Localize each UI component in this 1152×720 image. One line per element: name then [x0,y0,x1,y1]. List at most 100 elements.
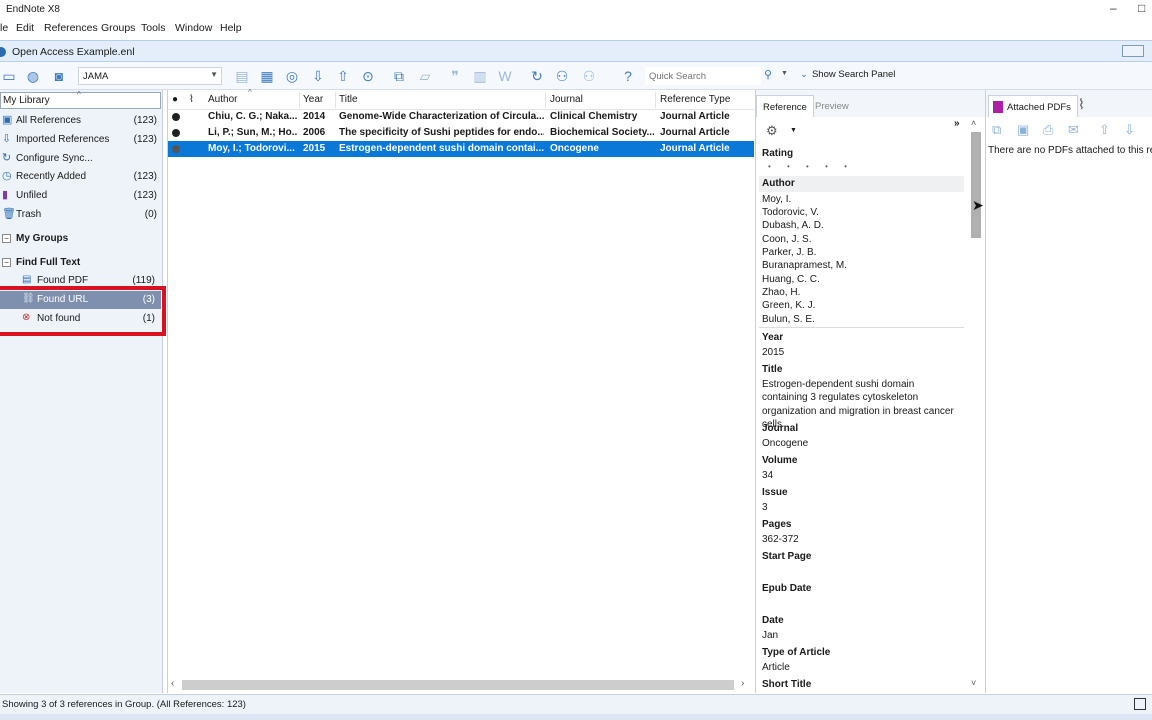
ref-title: Genome-Wide Characterization of Circula.… [339,111,544,122]
my-library-header[interactable]: My Library ^ [0,90,161,109]
save-icon[interactable]: ▣ [1017,122,1029,138]
scrollbar-thumb[interactable] [182,680,734,690]
sync-icon: ↻ [2,152,12,164]
date-value[interactable]: Jan [762,629,968,642]
volume-value[interactable]: 34 [762,469,968,482]
column-year[interactable]: Year [303,94,323,105]
author-field[interactable]: Author Moy, I. Todorovic, V. Dubash, A. … [759,176,964,328]
group-trash[interactable]: 🗑︎ Trash (0) [0,206,161,224]
scroll-left-icon[interactable]: ‹ [171,678,174,689]
reference-row[interactable]: Li, P.; Sun, M.; Ho... 2006 The specific… [168,125,754,141]
ref-year: 2015 [303,143,326,154]
print-icon[interactable]: ⎙ [1043,122,1053,138]
chevron-down-icon[interactable]: ▼ [790,127,797,134]
arrow-up-icon[interactable]: ⇧ [1099,122,1110,138]
minimize-button[interactable]: – [1110,1,1117,15]
type-of-article-value[interactable]: Article [762,661,968,674]
horizontal-scrollbar[interactable]: ‹ › [168,677,754,693]
group-configure-sync[interactable]: ↻ Configure Sync... [0,150,161,168]
group-imported-references[interactable]: ⇩ Imported References (123) [0,131,161,149]
year-value[interactable]: 2015 [762,346,968,359]
journal-value[interactable]: Oncogene [762,437,968,450]
column-author[interactable]: Author [208,94,237,105]
collapse-toggle-icon[interactable]: − [2,258,11,267]
column-separator[interactable] [299,92,300,108]
sync-icon[interactable]: ↻ [528,67,546,85]
no-pdfs-message: There are no PDFs attached to this ref [988,145,1152,156]
quick-search-input[interactable] [645,67,761,85]
menu-edit[interactable]: Edit [16,22,34,34]
author-entry: Zhao, H. [762,287,801,298]
menu-tools[interactable]: Tools [141,22,166,34]
copy-to-library-icon[interactable]: ▤ [233,67,251,85]
export-icon[interactable]: ⇧ [334,67,352,85]
menu-references[interactable]: References [44,22,98,34]
reference-row[interactable]: Moy, I.; Todorovi... 2015 Estrogen-depen… [168,141,754,157]
online-search-mode-icon[interactable]: ◍ [24,67,42,85]
attachment-column-icon[interactable]: ⌇ [189,94,194,105]
online-search-icon[interactable]: ◎ [283,67,301,85]
import-icon[interactable]: ⇩ [309,67,327,85]
tab-reference[interactable]: Reference [756,95,814,117]
new-reference-icon[interactable]: ▦ [258,67,276,85]
menu-window[interactable]: Window [175,22,212,34]
gear-icon[interactable]: ⚙ [766,123,778,139]
search-icon[interactable]: ⚲ [764,68,772,81]
menu-help[interactable]: Help [220,22,242,34]
show-search-panel-button[interactable]: ⌄ Show Search Panel [800,69,895,80]
column-journal[interactable]: Journal [550,94,583,105]
pages-value[interactable]: 362-372 [762,533,968,546]
arrow-down-icon[interactable]: ⇩ [1124,122,1135,138]
tab-preview[interactable]: Preview [809,95,855,117]
tab-attached-pdfs[interactable]: Attached PDFs [988,95,1078,117]
reference-list-pane: ● ⌇ Author ^ Year Title Journal Referenc… [167,88,754,693]
collapse-toggle-icon[interactable]: − [2,234,11,243]
pdf-icon [993,101,1003,113]
unread-dot-icon [172,129,180,137]
local-library-mode-icon[interactable]: ▭ [0,67,18,85]
menu-bar: le Edit References Groups Tools Window H… [0,20,1152,36]
share-library-icon[interactable]: ⚇ [553,67,571,85]
integrated-library-mode-icon[interactable]: ◙ [50,67,68,85]
column-separator[interactable] [335,92,336,108]
open-pdf-icon[interactable]: ⧉ [992,122,1001,138]
group-unfiled[interactable]: ▮ Unfiled (123) [0,187,161,205]
return-to-word-icon[interactable]: W [496,67,514,85]
column-separator[interactable] [545,92,546,108]
unfiled-icon: ▮ [2,189,9,201]
find-full-text-icon[interactable]: ⊙ [359,67,377,85]
open-file-icon[interactable]: ▱ [416,67,434,85]
column-separator[interactable] [655,92,656,108]
expand-panel-icon[interactable]: » [954,118,960,129]
output-style-select[interactable]: JAMA ▼ [78,67,222,85]
my-groups-header[interactable]: − My Groups [0,230,161,248]
column-title[interactable]: Title [339,94,358,105]
paperclip-icon[interactable]: ⌇ [1078,96,1085,113]
issue-label: Issue [762,487,788,498]
group-recently-added[interactable]: ◷ Recently Added (123) [0,168,161,186]
scroll-down-icon[interactable]: ˅ [971,678,976,688]
help-icon[interactable]: ? [619,67,637,85]
rating-stars[interactable]: • • • • • [768,162,854,171]
open-link-icon[interactable]: ⧉ [390,67,408,85]
scroll-up-icon[interactable]: ˄ [971,118,976,128]
reference-row[interactable]: Chiu, C. G.; Naka... 2014 Genome-Wide Ch… [168,109,754,125]
group-all-references[interactable]: ▣ All References (123) [0,112,161,130]
maximize-button[interactable]: □ [1138,1,1145,15]
issue-value[interactable]: 3 [762,501,968,514]
column-reference-type[interactable]: Reference Type [660,94,730,105]
read-status-column-icon[interactable]: ● [172,94,178,105]
email-icon[interactable]: ✉ [1068,122,1079,138]
share-group-icon[interactable]: ⚇ [580,67,598,85]
group-count: (123) [133,115,157,126]
scrollbar-thumb[interactable] [971,132,981,238]
format-bibliography-icon[interactable]: ▥ [471,67,489,85]
insert-citation-icon[interactable]: ❞ [446,67,464,85]
document-minimize-button[interactable] [1122,45,1144,57]
menu-file[interactable]: le [0,22,8,34]
layout-icon[interactable] [1134,698,1146,710]
menu-groups[interactable]: Groups [101,22,135,34]
scroll-right-icon[interactable]: › [741,678,744,689]
find-full-text-header[interactable]: − Find Full Text [0,254,161,272]
chevron-down-icon[interactable]: ▼ [781,70,788,77]
